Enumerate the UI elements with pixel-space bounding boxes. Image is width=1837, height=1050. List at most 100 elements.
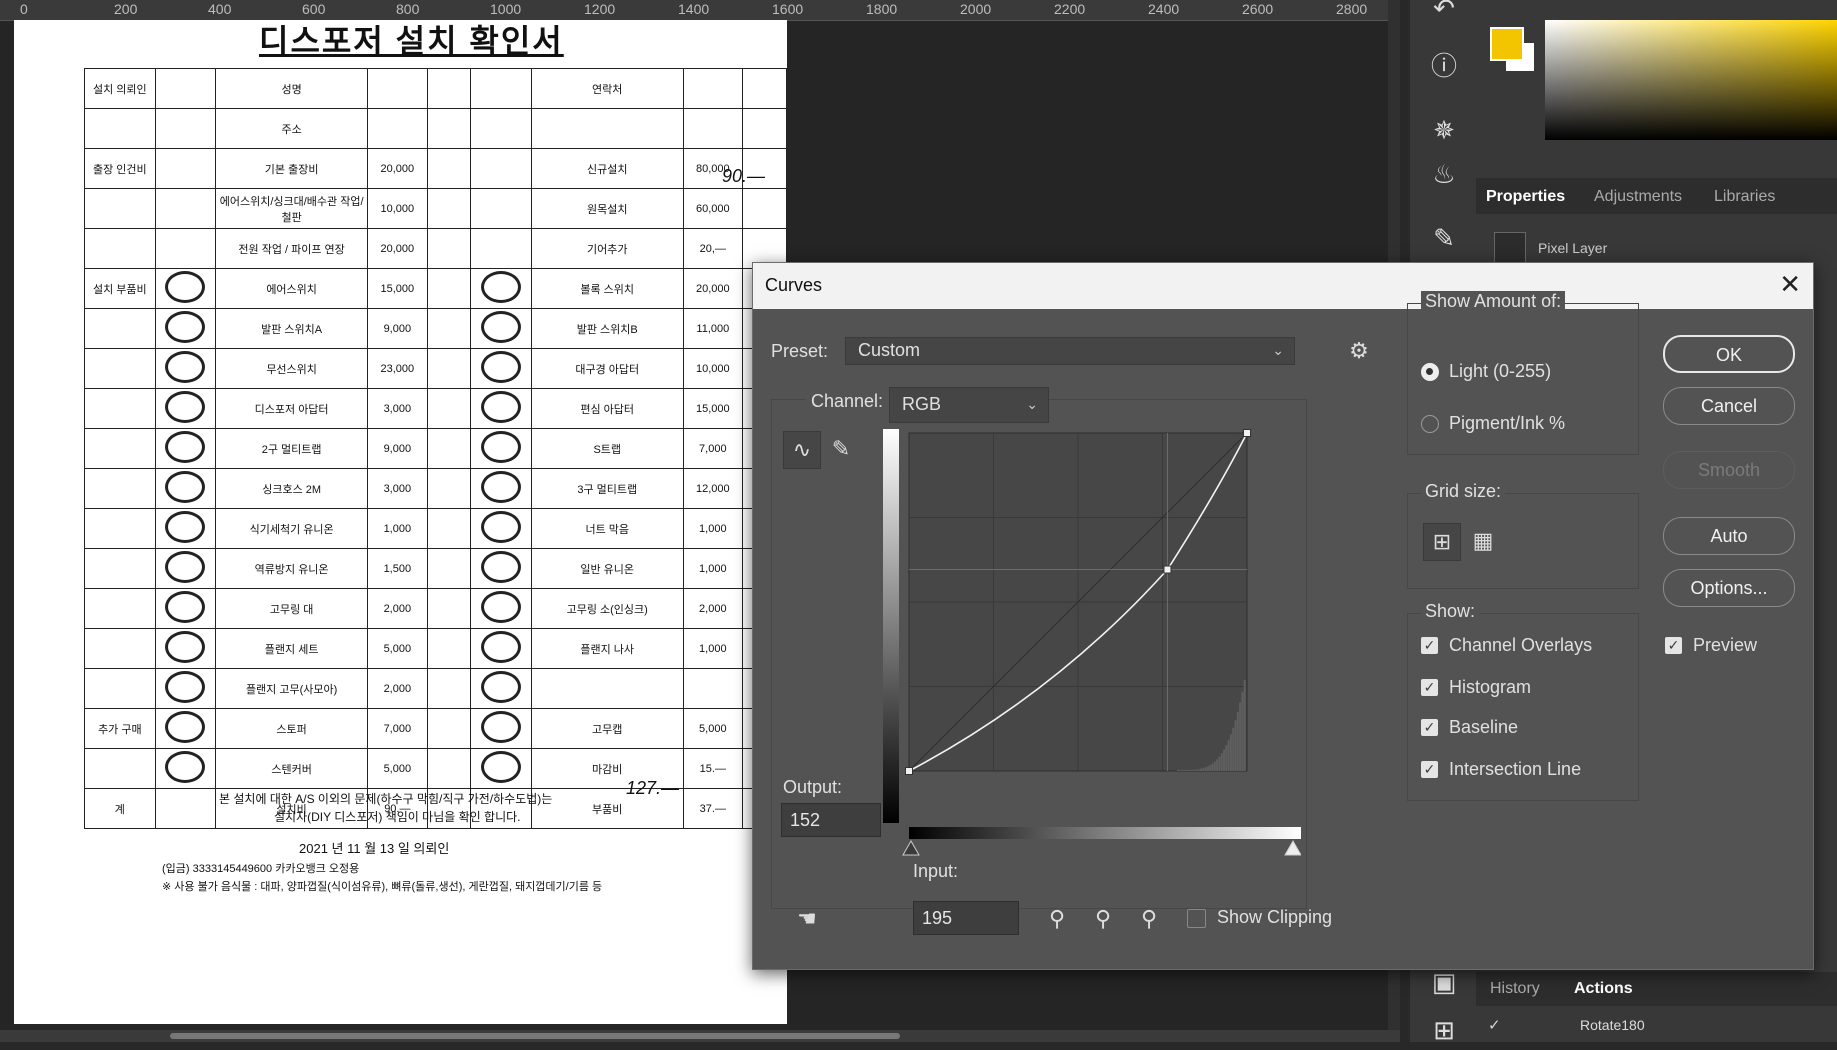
document-table-cell: 계 <box>84 788 156 829</box>
document-table-cell <box>426 508 472 549</box>
document-table-cell <box>154 788 217 829</box>
tab-properties[interactable]: Properties <box>1486 188 1565 206</box>
ruler-tick-label: 2600 <box>1242 1 1274 17</box>
part-photo <box>165 551 206 583</box>
histogram-checkbox[interactable]: ✓ <box>1421 679 1438 696</box>
cancel-button[interactable]: Cancel <box>1663 387 1795 425</box>
document-table-row: 싱크호스 2M 3,000 3구 멀티트랩 12,000 <box>84 468 787 509</box>
preset-options-gear-icon[interactable]: ⚙ <box>1341 333 1377 369</box>
document-table-cell: 고무링 소(인싱크) <box>530 588 684 629</box>
histogram-icon[interactable]: ♨ <box>1424 154 1464 194</box>
document-table-cell: 에어스위치 <box>215 268 369 309</box>
black-point-slider[interactable] <box>902 839 920 856</box>
black-eyedropper-icon[interactable]: ⚲ <box>1039 901 1075 937</box>
intersection-line-checkbox[interactable]: ✓ <box>1421 761 1438 778</box>
part-photo <box>481 711 522 743</box>
ruler-tick-label: 400 <box>208 1 232 17</box>
document-table-cell: 디스포저 아답터 <box>215 388 369 429</box>
document-table-cell: 발판 스위치A <box>215 308 369 349</box>
input-field[interactable]: 195 <box>913 901 1019 935</box>
part-photo <box>481 751 522 783</box>
document-table-cell <box>682 668 744 709</box>
navigator-icon[interactable]: ✵ <box>1424 110 1464 150</box>
document-table-cell <box>470 548 532 589</box>
part-photo <box>165 431 206 463</box>
document-table-cell <box>470 668 532 709</box>
gray-eyedropper-icon[interactable]: ⚲ <box>1085 901 1121 937</box>
pigment-radio[interactable] <box>1421 415 1439 433</box>
show-clipping-checkbox[interactable] <box>1187 909 1206 928</box>
histogram-bar <box>1188 769 1191 771</box>
scrollbar-thumb[interactable] <box>170 1033 900 1039</box>
foreground-color-swatch[interactable] <box>1490 27 1524 61</box>
document-table-cell: 5,000 <box>367 628 428 669</box>
histogram-bar <box>1218 756 1221 771</box>
show-clipping-label: Show Clipping <box>1217 907 1333 927</box>
tab-libraries[interactable]: Libraries <box>1714 188 1775 206</box>
document-table-cell <box>426 468 472 509</box>
document-table-cell <box>530 108 684 149</box>
document-table-cell <box>84 668 156 709</box>
preview-checkbox[interactable]: ✓ <box>1665 637 1682 654</box>
document-table-cell: 2구 멀티트랩 <box>215 428 369 469</box>
light-radio[interactable] <box>1421 363 1439 381</box>
document-table-row: 2구 멀티트랩 9,000 S트랩 7,000 <box>84 428 787 469</box>
info-icon[interactable]: ⓘ <box>1424 46 1464 86</box>
histogram-bar <box>1229 734 1232 771</box>
options-button[interactable]: Options... <box>1663 569 1795 607</box>
white-eyedropper-icon[interactable]: ⚲ <box>1131 901 1167 937</box>
detailed-grid-icon[interactable]: ▦ <box>1465 523 1501 559</box>
document-table-cell <box>470 68 532 109</box>
histogram-bar <box>1179 769 1182 771</box>
smooth-button[interactable]: Smooth <box>1663 451 1795 489</box>
document-table-cell <box>426 148 472 189</box>
pencil-icon[interactable]: ✎ <box>823 431 859 467</box>
output-label: Output: <box>783 777 843 797</box>
preset-dropdown[interactable]: Custom ⌄ <box>845 337 1295 365</box>
document-table-cell <box>84 188 156 229</box>
document-table-cell <box>154 228 217 269</box>
channels-icon[interactable]: ⊞ <box>1424 1010 1464 1050</box>
white-point-slider[interactable] <box>1284 839 1301 856</box>
output-field[interactable]: 152 <box>781 803 881 837</box>
part-photo <box>165 671 206 703</box>
histogram-bar <box>1220 753 1223 771</box>
black-white-sliders[interactable] <box>901 839 1301 857</box>
document-table-cell: 15.— <box>682 748 744 789</box>
document-table-cell: 고무캡 <box>530 708 684 749</box>
histogram-label: Histogram <box>1449 677 1532 697</box>
document-table-cell: 3,000 <box>367 468 428 509</box>
channel-dropdown[interactable]: RGB ⌄ <box>889 387 1049 423</box>
targeted-adjustment-hand-icon[interactable]: ☚ <box>789 901 825 937</box>
document-table-cell: 식기세척기 유니온 <box>215 508 369 549</box>
color-picker-field[interactable] <box>1545 20 1837 140</box>
auto-button[interactable]: Auto <box>1663 517 1795 555</box>
document-table-cell: 20,— <box>682 228 744 269</box>
tab-history[interactable]: History <box>1490 980 1540 998</box>
document-table-row: 출장 인건비 기본 출장비 20,000 신규설치 80,000 <box>84 148 787 189</box>
curve-graph[interactable] <box>883 429 1301 839</box>
curve-point-tool-icon[interactable]: ∿ <box>783 431 821 469</box>
document-table-cell: 23,000 <box>367 348 428 389</box>
ruler-tick-label: 600 <box>302 1 326 17</box>
action-check-icon[interactable]: ✓ <box>1488 1016 1501 1034</box>
action-item[interactable]: Rotate180 <box>1580 1017 1645 1033</box>
close-icon[interactable]: ✕ <box>1779 269 1801 300</box>
part-photo <box>165 311 206 343</box>
channel-overlays-checkbox[interactable]: ✓ <box>1421 637 1438 654</box>
document-table-cell <box>154 668 217 709</box>
tab-adjustments[interactable]: Adjustments <box>1594 188 1682 206</box>
simple-grid-icon[interactable]: ⊞ <box>1423 523 1461 561</box>
document-table-cell <box>84 588 156 629</box>
tab-actions[interactable]: Actions <box>1574 980 1633 998</box>
document-table-cell <box>154 388 217 429</box>
baseline-checkbox[interactable]: ✓ <box>1421 719 1438 736</box>
document-table-cell: 스텐커버 <box>215 748 369 789</box>
document-table-cell <box>470 708 532 749</box>
brush-settings-icon[interactable]: ✎ <box>1424 218 1464 258</box>
document-table-cell: 볼록 스위치 <box>530 268 684 309</box>
document-table-cell <box>470 268 532 309</box>
document-table-cell <box>682 68 744 109</box>
history-brush-icon[interactable]: ↶ <box>1424 0 1464 28</box>
ok-button[interactable]: OK <box>1663 335 1795 373</box>
